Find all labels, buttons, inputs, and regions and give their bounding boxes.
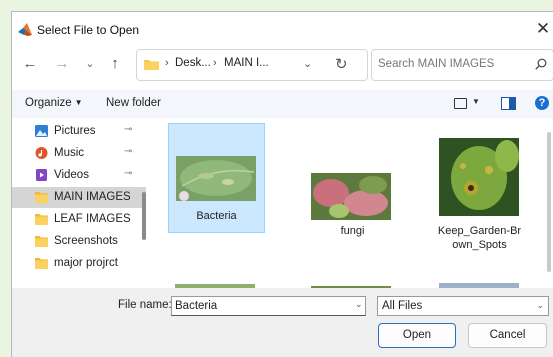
music-icon: [35, 147, 48, 159]
file-list-scrollbar[interactable]: [547, 132, 551, 272]
open-button[interactable]: Open: [378, 323, 456, 348]
search-placeholder: Search MAIN IMAGES: [378, 58, 495, 70]
address-bar[interactable]: › Desk... › MAIN I... ⌄ ↻: [136, 49, 368, 81]
pictures-icon: [35, 125, 48, 137]
search-icon: [535, 58, 547, 70]
file-name: Bacteria: [196, 210, 237, 222]
organize-label: Organize: [25, 97, 72, 109]
cancel-button[interactable]: Cancel: [468, 323, 547, 348]
file-name-dropdown-button[interactable]: ⌄: [355, 299, 363, 310]
file-name: Keep_Garden-Br own_Spots: [437, 225, 522, 251]
caret-down-icon[interactable]: ▼: [472, 97, 480, 106]
file-name-label: File name:: [118, 299, 172, 311]
organize-button[interactable]: Organize ▼: [25, 97, 83, 109]
recent-locations-button[interactable]: ⌄: [80, 53, 100, 75]
breadcrumb-separator: ›: [165, 57, 169, 69]
sidebar-item-label: Screenshots: [54, 235, 118, 247]
close-button[interactable]: ✕: [532, 16, 553, 42]
file-type-select[interactable]: All Files ⌄: [377, 296, 549, 316]
breadcrumb-separator: ›: [213, 57, 217, 69]
file-thumbnail: [176, 156, 256, 201]
sidebar-item-label: LEAF IMAGES: [54, 213, 131, 225]
sidebar-item-label: major projrct: [54, 257, 118, 269]
file-item-keep-garden-brown-spots[interactable]: Keep_Garden-Br own_Spots: [432, 123, 527, 251]
sidebar-item-videos[interactable]: Videos ⊸: [12, 165, 146, 186]
file-open-dialog: Select File to Open ✕ ← → ⌄ ↑ › Desk... …: [11, 11, 553, 357]
folder-icon: [144, 60, 159, 70]
videos-icon: [36, 169, 47, 181]
sidebar-item-music[interactable]: Music ⊸: [12, 143, 146, 164]
view-options-icon[interactable]: [454, 98, 467, 109]
search-input[interactable]: Search MAIN IMAGES: [371, 49, 553, 81]
breadcrumb-desktop[interactable]: Desk...: [175, 57, 211, 69]
up-button[interactable]: ↑: [105, 53, 125, 75]
help-icon[interactable]: ?: [535, 96, 549, 110]
preview-pane-icon[interactable]: [501, 97, 516, 110]
dialog-footer: File name: ⌄ All Files ⌄ Open Cancel: [12, 288, 553, 357]
title-bar: Select File to Open ✕: [12, 12, 553, 48]
sidebar-item-leaf-images[interactable]: LEAF IMAGES: [12, 209, 146, 230]
address-dropdown-button[interactable]: ⌄: [303, 57, 312, 70]
breadcrumb-main-images[interactable]: MAIN I...: [224, 57, 269, 69]
sidebar-scrollbar-thumb[interactable]: [142, 192, 146, 240]
sidebar-item-pictures[interactable]: Pictures ⊸: [12, 121, 146, 142]
caret-down-icon: ▼: [74, 98, 83, 107]
forward-button[interactable]: →: [52, 53, 72, 75]
navigation-pane: Pictures ⊸ Music ⊸ Videos ⊸ MAIN IMAGES …: [12, 118, 152, 288]
refresh-button[interactable]: ↻: [335, 55, 348, 73]
pin-icon[interactable]: ⊸: [124, 168, 132, 179]
file-item-bacteria[interactable]: Bacteria: [168, 123, 265, 233]
pin-icon[interactable]: ⊸: [124, 146, 132, 157]
file-type-value: All Files: [382, 300, 423, 312]
matlab-logo-icon: [18, 23, 32, 36]
sidebar-item-label: Videos: [54, 169, 89, 181]
chevron-down-icon: ⌄: [536, 300, 544, 310]
command-bar: Organize ▼ New folder ▼ ?: [12, 90, 553, 118]
sidebar-item-screenshots[interactable]: Screenshots: [12, 231, 146, 252]
file-thumbnail: [311, 173, 391, 220]
folder-icon: [35, 236, 48, 247]
file-thumbnail: [439, 138, 519, 216]
file-item-fungi[interactable]: fungi: [305, 123, 400, 237]
new-folder-button[interactable]: New folder: [106, 97, 161, 109]
sidebar-item-label: MAIN IMAGES: [54, 191, 131, 203]
sidebar-item-label: Music: [54, 147, 85, 159]
dialog-title: Select File to Open: [37, 23, 140, 37]
file-name-input[interactable]: [171, 296, 366, 316]
pin-icon[interactable]: ⊸: [124, 124, 132, 135]
file-name: fungi: [340, 225, 365, 237]
folder-icon: [35, 214, 48, 225]
folder-icon: [35, 258, 48, 269]
sidebar-item-label: Pictures: [54, 125, 96, 137]
back-button[interactable]: ←: [20, 53, 40, 75]
sidebar-item-main-images[interactable]: MAIN IMAGES: [12, 187, 146, 208]
file-list: Bacteria fungi Keep_Garden-Br own_Spots: [153, 118, 553, 288]
folder-icon: [35, 192, 48, 203]
sidebar-item-major-projrct[interactable]: major projrct: [12, 253, 146, 274]
